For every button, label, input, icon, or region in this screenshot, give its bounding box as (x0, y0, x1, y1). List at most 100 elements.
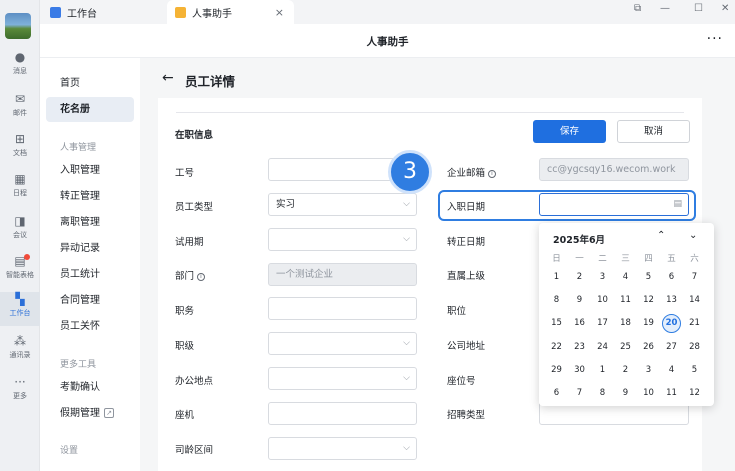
app-header: 人事助手 ··· (40, 24, 735, 58)
calendar-day[interactable]: 25 (614, 338, 637, 356)
calendar-day[interactable]: 5 (683, 361, 706, 379)
rail-item-messages[interactable]: ● 消息 (0, 50, 40, 84)
rail-item-mail[interactable]: ✉ 邮件 (0, 92, 40, 126)
calendar-day[interactable]: 8 (591, 384, 614, 402)
calendar-day[interactable]: 28 (683, 338, 706, 356)
calendar-day[interactable]: 7 (568, 384, 591, 402)
rail-item-meeting[interactable]: ◨ 会议 (0, 214, 40, 248)
app-title: 人事助手 (366, 36, 409, 48)
weekday-label: 三 (621, 254, 630, 264)
calendar-day[interactable]: 20 (662, 314, 681, 334)
office-select[interactable]: ⌵ (268, 367, 417, 390)
calendar-day[interactable]: 5 (637, 268, 660, 286)
position-input[interactable] (268, 297, 417, 320)
rail-label: 邮件 (13, 109, 27, 117)
rail-label: 智能表格 (6, 271, 34, 279)
nav-onboarding[interactable]: 入职管理 (46, 158, 134, 183)
calendar-day[interactable]: 30 (568, 361, 591, 379)
calendar-day[interactable]: 2 (568, 268, 591, 286)
rail-item-more[interactable]: ··· 更多 (0, 375, 40, 409)
calendar-day[interactable]: 12 (637, 291, 660, 309)
calendar-day[interactable]: 13 (660, 291, 683, 309)
calendar-day[interactable]: 24 (591, 338, 614, 356)
calendar-day[interactable]: 11 (660, 384, 683, 402)
calendar-day[interactable]: 27 (660, 338, 683, 356)
nav-employee-stats[interactable]: 员工统计 (46, 262, 134, 287)
rail-item-contacts[interactable]: ⁂ 通讯录 (0, 334, 40, 368)
rail-item-docs[interactable]: ⊞ 文档 (0, 132, 40, 166)
divider (176, 112, 684, 113)
nav-offboarding[interactable]: 离职管理 (46, 210, 134, 235)
employee-type-select[interactable]: 实习 ⌵ (268, 193, 417, 216)
calendar-day[interactable]: 1 (545, 268, 568, 286)
more-menu-icon[interactable]: ··· (707, 31, 723, 47)
calendar-day[interactable]: 6 (545, 384, 568, 402)
weekday-label: 六 (690, 254, 699, 264)
calendar-day[interactable]: 22 (545, 338, 568, 356)
rail-label: 工作台 (9, 309, 31, 317)
nav-home[interactable]: 首页 (46, 71, 134, 96)
nav-contracts[interactable]: 合同管理 (46, 288, 134, 313)
calendar-day[interactable]: 7 (683, 268, 706, 286)
page-title: 员工详情 (185, 74, 236, 89)
nav-leave[interactable]: 假期管理 ↗ (46, 401, 134, 426)
label-employee-no: 工号 (175, 168, 195, 179)
probation-select[interactable]: ⌵ (268, 228, 417, 251)
tab-workbench[interactable]: 工作台 (46, 0, 166, 24)
info-icon: i (197, 273, 206, 281)
calendar-day[interactable]: 18 (614, 314, 637, 332)
next-month-icon[interactable]: ⌄ (689, 230, 697, 241)
calendar-day[interactable]: 2 (614, 361, 637, 379)
calendar-day[interactable]: 29 (545, 361, 568, 379)
calendar-day[interactable]: 21 (683, 314, 706, 332)
prev-month-icon[interactable]: ⌃ (657, 230, 665, 241)
calendar-day[interactable]: 3 (591, 268, 614, 286)
rail-item-calendar[interactable]: ▦ 日程 (0, 172, 40, 206)
date-picker-popup: 2025年6月 ⌃ ⌄ 日一二三四五六 1 2 3 4 5 6 7 8 9 10 11 12 13 14 15… (539, 223, 714, 406)
nav-change-records[interactable]: 异动记录 (46, 236, 134, 261)
weekday-label: 四 (644, 254, 653, 264)
calendar-day[interactable]: 17 (591, 314, 614, 332)
calendar-day[interactable]: 15 (545, 314, 568, 332)
calendar-day[interactable]: 16 (568, 314, 591, 332)
calendar-day[interactable]: 4 (660, 361, 683, 379)
calendar-day[interactable]: 1 (591, 361, 614, 379)
step-badge: 3 (388, 150, 432, 194)
calendar-day[interactable]: 12 (683, 384, 706, 402)
nav-roster[interactable]: 花名册 (46, 97, 134, 122)
close-window-icon[interactable]: ✕ (721, 3, 729, 14)
tab-hr-assistant[interactable]: 人事助手 × (167, 0, 294, 24)
cancel-button[interactable]: 取消 (617, 120, 690, 143)
calendar-day[interactable]: 11 (614, 291, 637, 309)
label-position: 职务 (175, 306, 195, 317)
calendar-day[interactable]: 9 (568, 291, 591, 309)
service-range-select[interactable]: ⌵ (268, 437, 417, 460)
rank-select[interactable]: ⌵ (268, 332, 417, 355)
nav-employee-care[interactable]: 员工关怀 (46, 314, 134, 339)
calendar-day[interactable]: 26 (637, 338, 660, 356)
save-button[interactable]: 保存 (533, 120, 606, 143)
nav-attendance[interactable]: 考勤确认 (46, 375, 134, 400)
calendar-day[interactable]: 19 (637, 314, 660, 332)
calendar-day[interactable]: 10 (591, 291, 614, 309)
weekday-label: 二 (598, 254, 607, 264)
avatar[interactable] (5, 13, 31, 39)
calendar-day[interactable]: 6 (660, 268, 683, 286)
rail-item-smart-table[interactable]: ▤ 智能表格 (0, 254, 40, 288)
calendar-day[interactable]: 4 (614, 268, 637, 286)
close-tab-icon[interactable]: × (275, 6, 284, 19)
calendar-day[interactable]: 14 (683, 291, 706, 309)
restore-icon[interactable]: ⧉ (634, 3, 641, 14)
minimize-icon[interactable]: — (660, 3, 670, 14)
maximize-icon[interactable]: ☐ (694, 3, 703, 14)
nav-group-settings: 设置 (60, 446, 79, 456)
calendar-day[interactable]: 23 (568, 338, 591, 356)
nav-regularization[interactable]: 转正管理 (46, 184, 134, 209)
phone-input[interactable] (268, 402, 417, 425)
calendar-day[interactable]: 10 (637, 384, 660, 402)
calendar-day[interactable]: 9 (614, 384, 637, 402)
calendar-day[interactable]: 8 (545, 291, 568, 309)
calendar-day[interactable]: 3 (637, 361, 660, 379)
back-arrow-icon[interactable]: ← (162, 70, 174, 86)
rail-item-workbench[interactable]: ▚ 工作台 (0, 292, 40, 326)
